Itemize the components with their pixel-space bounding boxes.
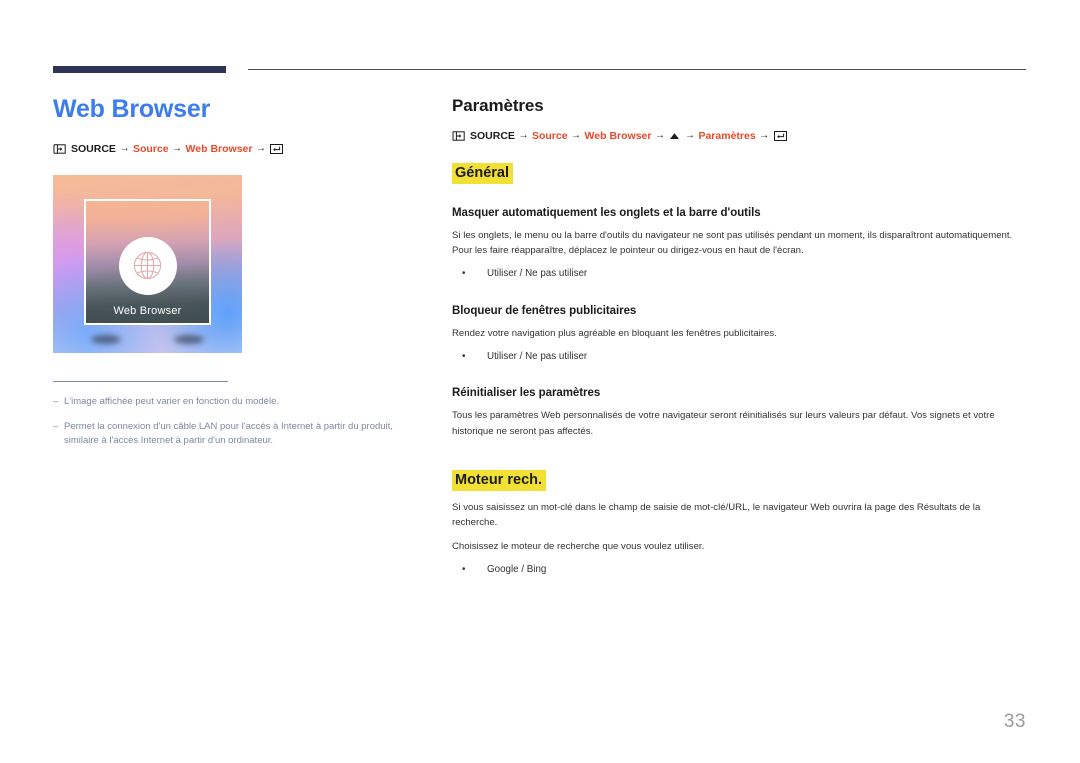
engine-heading: Moteur rech.	[452, 469, 547, 491]
header-accent-bar	[53, 66, 226, 73]
engine-description-1: Si vous saisissez un mot-clé dans le cha…	[452, 501, 981, 529]
option-item: Google / Bing	[462, 562, 1027, 578]
footnote-item: – L'image affichée peut varier en foncti…	[53, 395, 403, 409]
engine-description-2: Choisissez le moteur de recherche que vo…	[452, 541, 705, 553]
thumbnail-label: Web Browser	[113, 304, 182, 317]
setting-description: Tous les paramètres Web personnalisés de…	[452, 410, 995, 437]
footnote-text: L'image affichée peut varier en fonction…	[64, 395, 279, 407]
footnote-text: Permet la connexion d'un câble LAN pour …	[64, 420, 393, 446]
thumbnail-icon-circle	[118, 236, 177, 295]
breadcrumb-item-web-browser: Web Browser	[584, 129, 652, 142]
breadcrumb-arrow: →	[119, 143, 130, 154]
footnotes-divider	[53, 380, 228, 382]
setting-description: Rendez votre navigation plus agréable en…	[452, 327, 777, 339]
engine-options: Google / Bing	[452, 562, 1027, 578]
breadcrumb-root-label: SOURCE	[71, 142, 116, 155]
setting-block: Réinitialiser les paramètres Tous les pa…	[452, 387, 1027, 438]
footnotes: – L'image affichée peut varier en foncti…	[53, 380, 403, 449]
setting-block: Masquer automatiquement les onglets et l…	[452, 207, 1027, 282]
enter-key-icon	[773, 130, 787, 141]
product-thumbnail: Web Browser	[53, 174, 242, 353]
page-number: 33	[1003, 711, 1026, 732]
breadcrumb-arrow: →	[684, 130, 695, 142]
enter-key-icon	[270, 143, 284, 154]
setting-options: Utiliser / Ne pas utiliser	[452, 266, 1027, 282]
setting-heading: Masquer automatiquement les onglets et l…	[452, 206, 761, 219]
breadcrumb-item-source: Source	[531, 129, 568, 142]
header-rules	[0, 0, 1080, 80]
footnote-item: – Permet la connexion d'un câble LAN pou…	[53, 420, 403, 449]
breadcrumb-arrow: →	[172, 143, 183, 154]
thumbnail-stand-right	[174, 334, 204, 344]
globe-icon	[133, 251, 162, 280]
setting-description: Si les onglets, le menu ou la barre d'ou…	[452, 229, 1013, 256]
document-page: Web Browser SOURCE → Source → Web Browse…	[0, 0, 1080, 763]
setting-options: Utiliser / Ne pas utiliser	[452, 349, 1027, 365]
setting-heading: Réinitialiser les paramètres	[452, 387, 601, 400]
breadcrumb-arrow: →	[518, 130, 529, 142]
option-item: Utiliser / Ne pas utiliser	[462, 266, 1027, 282]
source-input-icon	[53, 143, 66, 154]
breadcrumb-arrow: →	[759, 130, 770, 142]
breadcrumb-item-web-browser: Web Browser	[185, 142, 253, 155]
breadcrumb-item-parametres: Paramètres	[698, 129, 756, 142]
breadcrumb-left: SOURCE → Source → Web Browser →	[53, 143, 413, 155]
breadcrumb-arrow: →	[571, 130, 582, 142]
breadcrumb-arrow: →	[654, 130, 665, 142]
setting-heading: Bloqueur de fenêtres publicitaires	[452, 304, 637, 317]
setting-block: Bloqueur de fenêtres publicitaires Rende…	[452, 305, 1027, 365]
option-item: Utiliser / Ne pas utiliser	[462, 349, 1027, 365]
breadcrumb-root-label: SOURCE	[470, 129, 515, 142]
left-column: Web Browser SOURCE → Source → Web Browse…	[53, 95, 413, 459]
thumbnail-screen: Web Browser	[84, 198, 211, 325]
breadcrumb-arrow: →	[255, 143, 266, 154]
footnote-dash: –	[53, 395, 59, 407]
breadcrumb-right: SOURCE → Source → Web Browser → → Paramè…	[452, 130, 1027, 142]
thumbnail-background: Web Browser	[53, 174, 242, 353]
right-column: Paramètres SOURCE → Source → Web Browser…	[452, 96, 1027, 578]
section-title: Paramètres	[452, 96, 544, 115]
thumbnail-stand-left	[91, 334, 121, 344]
source-input-icon	[452, 130, 465, 141]
engine-heading-wrap: Moteur rech.	[452, 469, 1027, 491]
footnote-dash: –	[53, 420, 59, 432]
breadcrumb-item-source: Source	[132, 142, 169, 155]
header-divider-line	[248, 69, 1026, 70]
page-title: Web Browser	[53, 95, 211, 123]
general-heading: Général	[452, 162, 513, 184]
triangle-up-icon	[669, 131, 680, 141]
general-heading-wrap: Général	[452, 162, 1027, 184]
